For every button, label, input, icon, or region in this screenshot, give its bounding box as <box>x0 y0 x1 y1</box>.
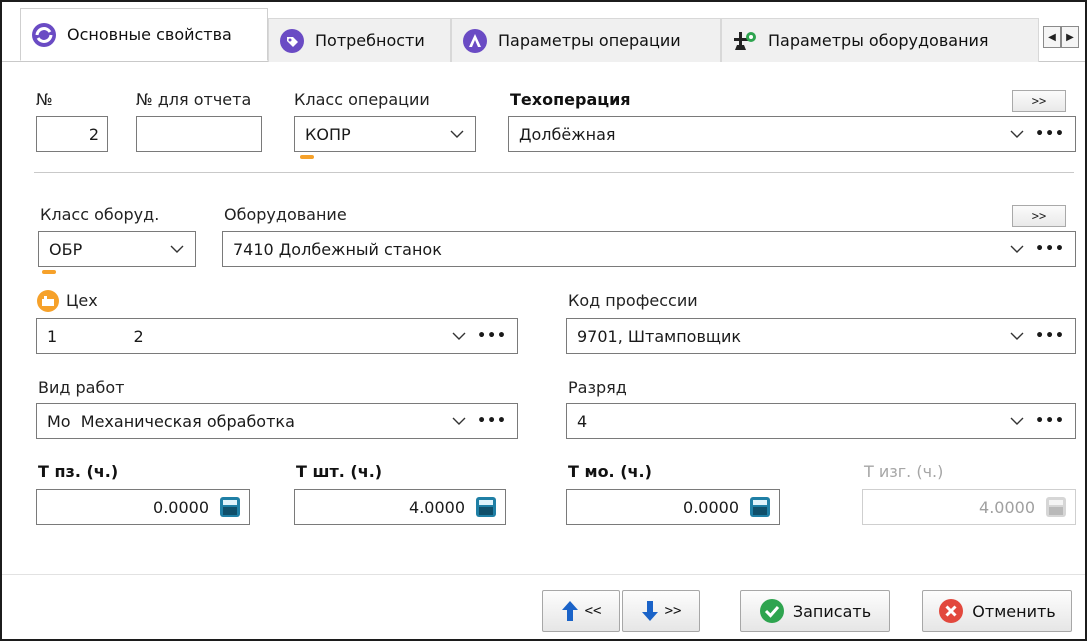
save-label: Записать <box>792 601 872 621</box>
workshop-label: Цех <box>66 291 98 310</box>
tmo-label: Т мо. (ч.) <box>568 462 652 481</box>
required-marker <box>300 155 314 159</box>
triangle-a-icon <box>463 28 487 53</box>
chevron-down-icon[interactable] <box>1009 328 1025 344</box>
equipment-select[interactable]: 7410 Долбежный станок ••• <box>222 231 1076 267</box>
techoperation-value: Долбёжная <box>519 124 616 144</box>
chevron-down-icon <box>450 130 464 138</box>
more-options-icon[interactable]: ••• <box>477 414 507 428</box>
calculator-icon[interactable] <box>219 496 241 518</box>
next-label: >> <box>664 603 682 619</box>
techoperation-expand-button[interactable]: >> <box>1012 90 1066 112</box>
chevron-down-icon[interactable] <box>1009 126 1025 142</box>
expand-label: >> <box>1031 209 1047 223</box>
calculator-icon <box>1046 497 1066 517</box>
previous-label: << <box>584 603 602 619</box>
arrow-down-icon <box>641 601 658 621</box>
chevron-down-icon[interactable] <box>1009 413 1025 429</box>
chevron-down-icon <box>170 245 184 253</box>
operation-class-value: КОПР <box>305 124 351 144</box>
grade-value: 4 <box>577 411 588 431</box>
globe-swirl-icon <box>32 22 56 47</box>
tsht-value: 4.0000 <box>409 497 465 517</box>
tmo-field[interactable]: 0.0000 <box>566 489 780 525</box>
tizg-label: Т изг. (ч.) <box>864 462 944 481</box>
techoperation-label: Техоперация <box>510 90 631 109</box>
grade-label: Разряд <box>568 378 627 397</box>
save-button[interactable]: Записать <box>740 590 890 632</box>
tpz-field[interactable]: 0.0000 <box>36 489 250 525</box>
tab-scroll-left-button[interactable]: ◀ <box>1043 26 1061 48</box>
tpz-label: Т пз. (ч.) <box>38 462 119 481</box>
profession-code-select[interactable]: 9701, Штамповщик ••• <box>566 318 1076 354</box>
more-options-icon[interactable]: ••• <box>1035 242 1065 256</box>
chevron-down-icon[interactable] <box>1009 241 1025 257</box>
tsht-label: Т шт. (ч.) <box>296 462 383 481</box>
machine-gear-icon <box>734 31 756 50</box>
tmo-value: 0.0000 <box>683 497 739 517</box>
section-divider <box>34 172 1074 173</box>
equipment-label: Оборудование <box>224 205 347 224</box>
workshop-select[interactable]: 1 2 ••• <box>36 318 518 354</box>
cancel-label: Отменить <box>972 601 1056 621</box>
profession-code-label: Код профессии <box>568 291 698 310</box>
work-type-value: Мо Механическая обработка <box>47 411 295 431</box>
chevron-down-icon[interactable] <box>451 413 467 429</box>
tag-icon <box>280 28 304 53</box>
previous-record-button[interactable]: << <box>542 590 620 632</box>
cancel-button[interactable]: Отменить <box>922 590 1072 632</box>
more-options-icon[interactable]: ••• <box>1035 329 1065 343</box>
equipment-expand-button[interactable]: >> <box>1012 205 1066 227</box>
more-options-icon[interactable]: ••• <box>1035 127 1065 141</box>
close-circle-icon <box>939 599 964 623</box>
more-options-icon[interactable]: ••• <box>477 329 507 343</box>
tsht-field[interactable]: 4.0000 <box>294 489 506 525</box>
equipment-value: 7410 Долбежный станок <box>233 239 442 259</box>
equipment-class-value: ОБР <box>49 239 83 259</box>
equipment-class-select[interactable]: ОБР <box>38 231 196 267</box>
next-record-button[interactable]: >> <box>622 590 700 632</box>
tab-main-properties[interactable]: Основные свойства <box>20 8 268 61</box>
report-number-label: № для отчета <box>136 90 252 109</box>
equipment-class-label: Класс оборуд. <box>40 205 160 224</box>
tab-needs[interactable]: Потребности <box>268 18 451 62</box>
calculator-icon[interactable] <box>749 496 771 518</box>
grade-select[interactable]: 4 ••• <box>566 403 1076 439</box>
tab-label: Основные свойства <box>67 25 232 44</box>
chevron-right-icon: ▶ <box>1066 31 1074 43</box>
footer-divider <box>2 574 1085 575</box>
chevron-down-icon[interactable] <box>451 328 467 344</box>
tizg-value: 4.0000 <box>979 497 1035 517</box>
work-type-label: Вид работ <box>38 378 125 397</box>
workshop-icon <box>37 290 59 312</box>
operation-class-select[interactable]: КОПР <box>294 116 476 152</box>
tpz-value: 0.0000 <box>153 497 209 517</box>
tizg-field: 4.0000 <box>862 489 1076 525</box>
operation-class-label: Класс операции <box>294 90 430 109</box>
chevron-left-icon: ◀ <box>1048 31 1056 43</box>
report-number-field[interactable] <box>136 116 262 152</box>
expand-label: >> <box>1031 94 1047 108</box>
profession-code-value: 9701, Штамповщик <box>577 326 742 346</box>
arrow-up-icon <box>561 601 578 621</box>
techoperation-select[interactable]: Долбёжная ••• <box>508 116 1076 152</box>
more-options-icon[interactable]: ••• <box>1035 414 1065 428</box>
work-type-select[interactable]: Мо Механическая обработка ••• <box>36 403 518 439</box>
operation-properties-window: Основные свойства Потребности Параметры … <box>0 0 1087 641</box>
tab-operation-params[interactable]: Параметры операции <box>451 18 721 62</box>
check-circle-icon <box>759 599 784 623</box>
tab-label: Потребности <box>315 31 425 50</box>
tab-bar: Основные свойства Потребности Параметры … <box>2 2 1085 62</box>
tab-label: Параметры операции <box>498 31 681 50</box>
number-label: № <box>36 90 53 109</box>
tab-equipment-params[interactable]: Параметры оборудования <box>721 18 1039 62</box>
number-value: 2 <box>88 124 99 144</box>
calculator-icon[interactable] <box>475 496 497 518</box>
required-marker <box>42 270 56 274</box>
tab-scroll-right-button[interactable]: ▶ <box>1061 26 1079 48</box>
workshop-value: 1 2 <box>47 326 144 346</box>
tab-label: Параметры оборудования <box>768 31 989 50</box>
number-field[interactable]: 2 <box>36 116 108 152</box>
